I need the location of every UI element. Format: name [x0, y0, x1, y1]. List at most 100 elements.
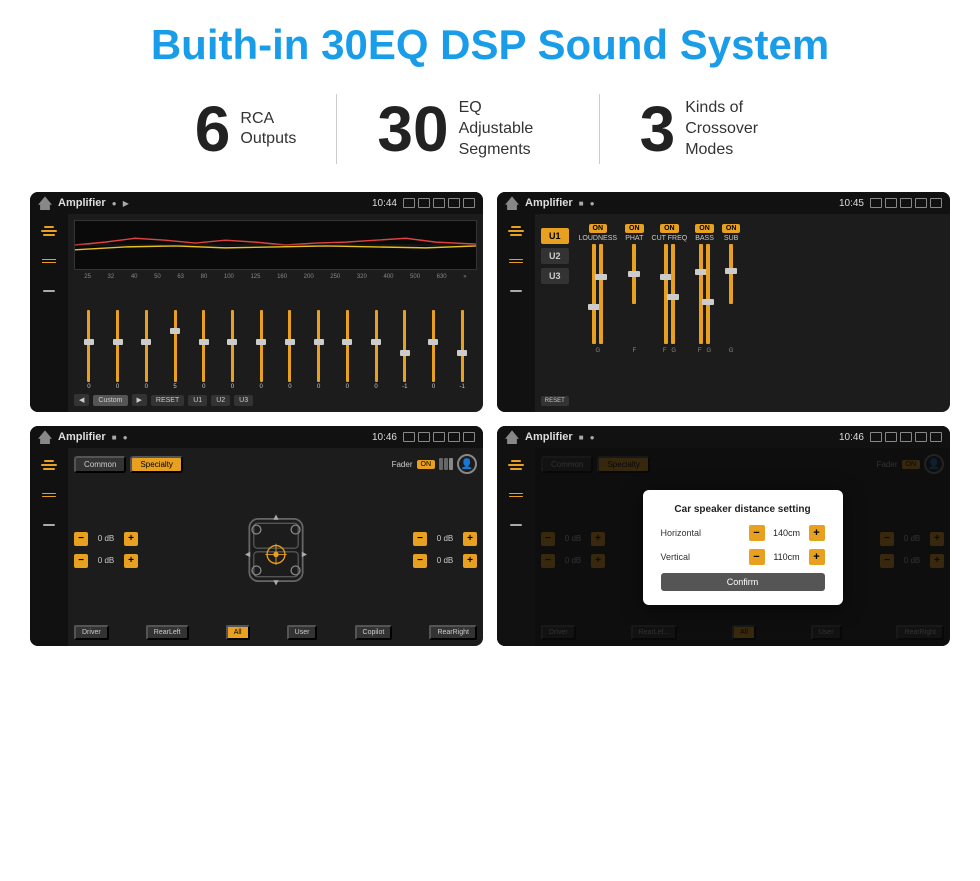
- eq-icon[interactable]: [38, 222, 60, 240]
- back-icon-3[interactable]: [463, 432, 475, 442]
- eq-u2-btn[interactable]: U2: [211, 395, 230, 406]
- u3-button[interactable]: U3: [541, 268, 569, 284]
- vol-minus-2[interactable]: −: [74, 554, 88, 568]
- wave-icon-3[interactable]: [38, 486, 60, 504]
- eq-slider-3[interactable]: 5: [162, 310, 188, 390]
- eq-slider-10[interactable]: 0: [363, 310, 389, 390]
- rear-right-btn[interactable]: RearRight: [429, 625, 477, 640]
- loudness-slider-2[interactable]: [599, 244, 603, 344]
- wave-icon-2[interactable]: [505, 252, 527, 270]
- all-btn[interactable]: All: [226, 625, 250, 640]
- vol-minus-4[interactable]: −: [413, 554, 427, 568]
- freq-400: 400: [383, 274, 393, 280]
- left-sidebar-distance: [497, 448, 535, 646]
- wave-icon-4[interactable]: [505, 486, 527, 504]
- eq-slider-5[interactable]: 0: [220, 310, 246, 390]
- speaker-icon-2[interactable]: [505, 282, 527, 300]
- tab-common[interactable]: Common: [74, 456, 126, 473]
- fader-on-badge[interactable]: ON: [417, 460, 436, 469]
- vol-plus-3[interactable]: +: [463, 532, 477, 546]
- eq-slider-2[interactable]: 0: [133, 310, 159, 390]
- back-icon-2[interactable]: [930, 198, 942, 208]
- on-cutfreq[interactable]: ON: [660, 224, 679, 233]
- copilot-btn[interactable]: Copilot: [355, 625, 393, 640]
- sub-slider[interactable]: [729, 244, 733, 304]
- fader-content: Common Specialty Fader ON: [30, 448, 483, 646]
- driver-btn[interactable]: Driver: [74, 625, 109, 640]
- status-bar-fader: Amplifier ■ ● 10:46: [30, 426, 483, 448]
- eq-freq-labels: 25 32 40 50 63 80 100 125 160 200 250: [74, 274, 477, 280]
- eq-slider-7[interactable]: 0: [277, 310, 303, 390]
- user-btn[interactable]: User: [287, 625, 318, 640]
- u2-button[interactable]: U2: [541, 248, 569, 264]
- status-icons-distance: [870, 432, 942, 442]
- left-sidebar-eq: [30, 214, 68, 412]
- eq-slider-0[interactable]: 0: [76, 310, 102, 390]
- eq-screen-content: 25 32 40 50 63 80 100 125 160 200 250: [74, 220, 477, 406]
- vertical-minus[interactable]: −: [749, 549, 765, 565]
- u1-button[interactable]: U1: [541, 228, 569, 244]
- stat-eq: 30 EQ AdjustableSegments: [337, 97, 598, 161]
- app-name-fader: Amplifier: [58, 431, 106, 443]
- phat-slider[interactable]: [632, 244, 636, 304]
- cam-icon-2: [870, 198, 882, 208]
- eq-slider-9[interactable]: 0: [334, 310, 360, 390]
- eq-icon-3[interactable]: [38, 456, 60, 474]
- speaker-icon-4[interactable]: [505, 516, 527, 534]
- vol-plus-4[interactable]: +: [463, 554, 477, 568]
- sub-label: SUB: [724, 235, 738, 242]
- rear-left-btn[interactable]: RearLeft: [146, 625, 189, 640]
- eq-content: 25 32 40 50 63 80 100 125 160 200 250: [30, 214, 483, 412]
- horizontal-plus[interactable]: +: [809, 525, 825, 541]
- wave-icon[interactable]: [38, 252, 60, 270]
- on-phat[interactable]: ON: [625, 224, 644, 233]
- eq-icon-4[interactable]: [505, 456, 527, 474]
- vol-plus-1[interactable]: +: [124, 532, 138, 546]
- eq-slider-12[interactable]: 0: [421, 310, 447, 390]
- on-loudness[interactable]: ON: [589, 224, 608, 233]
- bass-slider-2[interactable]: [706, 244, 710, 344]
- eq-reset-btn[interactable]: RESET: [151, 395, 184, 406]
- eq-slider-4[interactable]: 0: [191, 310, 217, 390]
- eq-u1-btn[interactable]: U1: [188, 395, 207, 406]
- vol-plus-2[interactable]: +: [124, 554, 138, 568]
- eq-slider-6[interactable]: 0: [248, 310, 274, 390]
- status-bar-eq: Amplifier ● ▶ 10:44: [30, 192, 483, 214]
- on-bass[interactable]: ON: [695, 224, 714, 233]
- cutfreq-slider-2[interactable]: [671, 244, 675, 344]
- bass-slider-1[interactable]: [699, 244, 703, 344]
- speaker-icon-3[interactable]: [38, 516, 60, 534]
- back-icon[interactable]: [463, 198, 475, 208]
- vol-icon-3: [418, 432, 430, 442]
- loudness-slider-1[interactable]: [592, 244, 596, 344]
- home-icon[interactable]: [38, 196, 52, 210]
- eq-slider-1[interactable]: 0: [105, 310, 131, 390]
- confirm-button[interactable]: Confirm: [661, 573, 825, 591]
- eq-play-btn[interactable]: ▶: [132, 394, 147, 406]
- eq-prev-btn[interactable]: ◀: [74, 394, 89, 406]
- home-icon-2[interactable]: [505, 196, 519, 210]
- screenshot-fader: Amplifier ■ ● 10:46: [30, 426, 483, 646]
- eq-slider-8[interactable]: 0: [306, 310, 332, 390]
- eq-icon-2[interactable]: [505, 222, 527, 240]
- freq-320: 320: [357, 274, 367, 280]
- vol-minus-3[interactable]: −: [413, 532, 427, 546]
- vol-minus-1[interactable]: −: [74, 532, 88, 546]
- horizontal-minus[interactable]: −: [749, 525, 765, 541]
- back-icon-4[interactable]: [930, 432, 942, 442]
- eq-u3-btn[interactable]: U3: [234, 395, 253, 406]
- status-bar-crossover: Amplifier ■ ● 10:45: [497, 192, 950, 214]
- home-icon-4[interactable]: [505, 430, 519, 444]
- eq-slider-13[interactable]: -1: [449, 310, 475, 390]
- eq-custom-btn[interactable]: Custom: [93, 395, 127, 406]
- on-sub[interactable]: ON: [722, 224, 741, 233]
- freq-40: 40: [131, 274, 138, 280]
- vertical-plus[interactable]: +: [809, 549, 825, 565]
- eq-slider-11[interactable]: -1: [392, 310, 418, 390]
- person-icon[interactable]: 👤: [457, 454, 477, 474]
- speaker-icon[interactable]: [38, 282, 60, 300]
- freq-125: 125: [250, 274, 260, 280]
- tab-specialty[interactable]: Specialty: [130, 456, 182, 473]
- reset-button[interactable]: RESET: [541, 396, 569, 406]
- home-icon-3[interactable]: [38, 430, 52, 444]
